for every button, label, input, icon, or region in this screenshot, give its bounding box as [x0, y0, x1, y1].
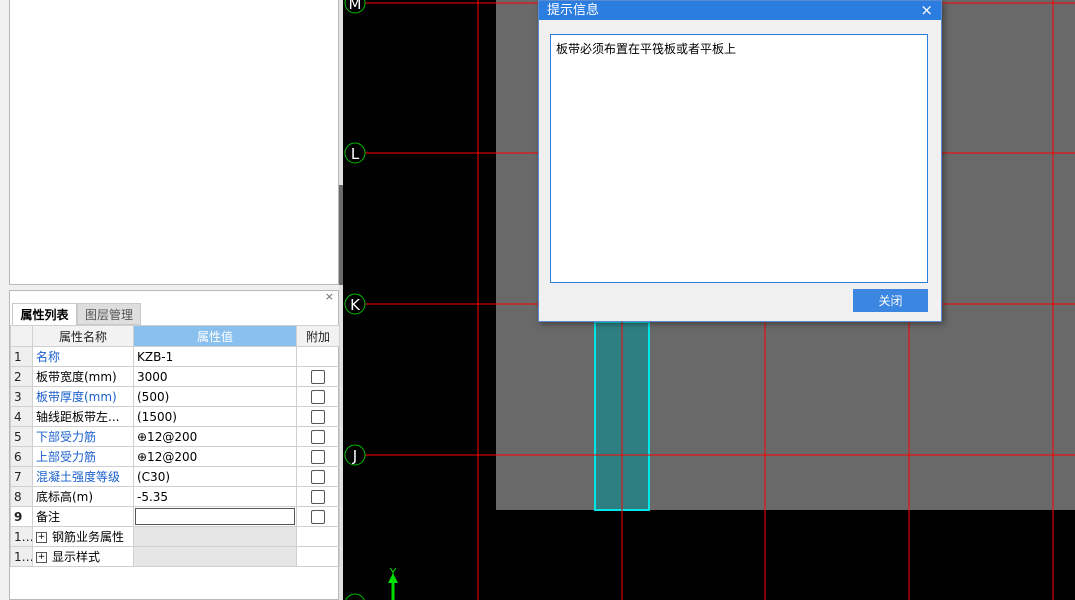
info-dialog: 提示信息 × 板带必须布置在平筏板或者平板上 关闭: [538, 0, 942, 322]
property-value[interactable]: (500): [133, 386, 297, 407]
property-value: [133, 526, 297, 547]
table-row-group[interactable]: 10 + 钢筋业务属性: [10, 526, 340, 547]
property-value[interactable]: (C30): [133, 466, 297, 487]
table-row[interactable]: 4 轴线距板带左... (1500): [10, 406, 340, 427]
table-row[interactable]: 5 下部受力筋 ⊕12@200: [10, 426, 340, 447]
property-name: 板带厚度(mm): [32, 386, 134, 407]
extra-checkbox[interactable]: [311, 449, 325, 464]
extra-checkbox[interactable]: [311, 389, 325, 404]
row-number: 9: [10, 506, 33, 527]
extra-checkbox[interactable]: [311, 509, 325, 524]
table-row[interactable]: 7 混凝土强度等级 (C30): [10, 466, 340, 487]
row-number: 2: [10, 366, 33, 387]
property-name: 轴线距板带左...: [32, 406, 134, 427]
dialog-close-icon[interactable]: ×: [920, 1, 933, 20]
extra-cell: [296, 546, 340, 567]
panel-close-icon[interactable]: ×: [325, 291, 334, 303]
tab-property-list[interactable]: 属性列表: [12, 303, 77, 325]
row-number: 1: [10, 346, 33, 367]
property-name: 显示样式: [52, 550, 101, 564]
name-column-header: 属性名称: [32, 325, 134, 347]
extra-checkbox[interactable]: [311, 429, 325, 444]
dialog-title-bar[interactable]: 提示信息 ×: [539, 1, 941, 20]
property-value[interactable]: ⊕12@200: [133, 446, 297, 467]
extra-cell: [296, 506, 340, 527]
remark-input[interactable]: [135, 508, 295, 525]
row-number: 4: [10, 406, 33, 427]
expand-icon[interactable]: +: [36, 532, 47, 543]
left-pane: × 属性列表 图层管理 属性名称 属性值 附加 1 名称 KZB-1 2 板带宽…: [0, 0, 343, 600]
extra-cell: [296, 346, 340, 367]
extra-cell: [296, 526, 340, 547]
extra-cell: [296, 426, 340, 447]
property-value[interactable]: -5.35: [133, 486, 297, 507]
property-table: 属性名称 属性值 附加 1 名称 KZB-1 2 板带宽度(mm) 3000 3…: [10, 325, 340, 567]
table-row-group[interactable]: 19 + 显示样式: [10, 546, 340, 567]
row-number: 5: [10, 426, 33, 447]
ucs-y-label: Y: [389, 566, 397, 579]
row-number: 6: [10, 446, 33, 467]
property-name: 底标高(m): [32, 486, 134, 507]
axis-label-j: J: [352, 447, 357, 465]
property-value[interactable]: (1500): [133, 406, 297, 427]
group-name-cell: + 钢筋业务属性: [32, 526, 134, 547]
extra-cell: [296, 486, 340, 507]
property-name: 下部受力筋: [32, 426, 134, 447]
table-row[interactable]: 1 名称 KZB-1: [10, 346, 340, 367]
axis-label-k: K: [350, 296, 361, 314]
tab-layer-management[interactable]: 图层管理: [77, 303, 141, 325]
property-name: 名称: [32, 346, 134, 367]
group-name-cell: + 显示样式: [32, 546, 134, 567]
property-name: 上部受力筋: [32, 446, 134, 467]
row-number: 3: [10, 386, 33, 407]
extra-cell: [296, 466, 340, 487]
row-number: 7: [10, 466, 33, 487]
table-row[interactable]: 6 上部受力筋 ⊕12@200: [10, 446, 340, 467]
table-row[interactable]: 2 板带宽度(mm) 3000: [10, 366, 340, 387]
row-number: 19: [10, 546, 33, 567]
property-name: 钢筋业务属性: [52, 530, 125, 544]
extra-checkbox[interactable]: [311, 369, 325, 384]
extra-cell: [296, 386, 340, 407]
extra-cell: [296, 406, 340, 427]
axis-label-l: L: [351, 145, 360, 163]
property-value[interactable]: ⊕12@200: [133, 426, 297, 447]
extra-cell: [296, 366, 340, 387]
close-button[interactable]: 关闭: [853, 289, 928, 312]
table-row-selected[interactable]: 9 备注: [10, 506, 340, 527]
property-value[interactable]: 3000: [133, 366, 297, 387]
extra-cell: [296, 446, 340, 467]
axis-bubble-bottom: [345, 593, 365, 600]
dialog-title: 提示信息: [547, 3, 600, 18]
extra-checkbox[interactable]: [311, 409, 325, 424]
row-number-header: [10, 325, 33, 347]
property-name: 板带宽度(mm): [32, 366, 134, 387]
property-value[interactable]: KZB-1: [133, 346, 297, 367]
table-header-row: 属性名称 属性值 附加: [10, 325, 340, 347]
row-number: 8: [10, 486, 33, 507]
property-panel: × 属性列表 图层管理 属性名称 属性值 附加 1 名称 KZB-1 2 板带宽…: [9, 290, 340, 600]
dialog-message-box: 板带必须布置在平筏板或者平板上: [550, 34, 928, 283]
axis-label-m: M: [349, 0, 362, 13]
property-value-editor[interactable]: [133, 506, 297, 527]
expand-icon[interactable]: +: [36, 552, 47, 563]
property-name: 备注: [32, 506, 134, 527]
top-empty-panel: [9, 0, 339, 285]
extra-checkbox[interactable]: [311, 469, 325, 484]
table-row[interactable]: 3 板带厚度(mm) (500): [10, 386, 340, 407]
table-row[interactable]: 8 底标高(m) -5.35: [10, 486, 340, 507]
extra-column-header: 附加: [296, 325, 340, 347]
value-column-header: 属性值: [133, 325, 297, 347]
extra-checkbox[interactable]: [311, 489, 325, 504]
property-value: [133, 546, 297, 567]
property-name: 混凝土强度等级: [32, 466, 134, 487]
dialog-message: 板带必须布置在平筏板或者平板上: [556, 42, 737, 56]
row-number: 10: [10, 526, 33, 547]
